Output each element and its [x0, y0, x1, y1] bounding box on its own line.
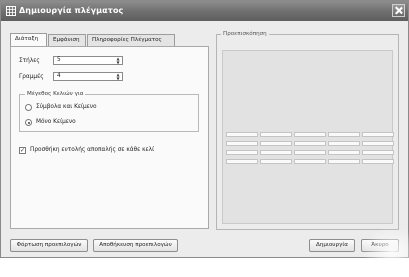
preview-area — [222, 50, 394, 224]
preview-cell — [294, 159, 326, 164]
tab-appearance[interactable]: Εμφάνιση — [48, 34, 86, 46]
preview-label: Προεπισκόπηση — [221, 31, 269, 37]
dialog-title: Δημιουργία πλέγματος — [19, 6, 124, 15]
option-symbols-and-text-label[interactable]: Σύμβολα και Κείμενο — [36, 104, 97, 110]
preview-cell — [362, 159, 394, 164]
preview-group: Προεπισκόπηση — [216, 31, 399, 230]
corner-glare — [362, 227, 409, 277]
columns-value: 5 — [57, 57, 61, 63]
preview-cell — [226, 141, 258, 146]
title-bar: Δημιουργία πλέγματος — [1, 1, 408, 21]
columns-label: Στήλες — [19, 58, 40, 64]
spin-arrows-icon[interactable]: ▲ ▼ — [115, 73, 121, 81]
radio-text-only[interactable] — [25, 119, 32, 126]
preview-cell — [294, 141, 326, 146]
preview-cell — [362, 150, 394, 155]
create-button[interactable]: Δημιουργία — [309, 239, 355, 252]
preview-cell — [260, 159, 292, 164]
preview-cell — [328, 141, 360, 146]
rows-value: 4 — [57, 73, 61, 79]
preview-cell — [328, 150, 360, 155]
preview-cell — [294, 150, 326, 155]
preview-cell — [226, 132, 258, 137]
preview-cell — [362, 141, 394, 146]
tab-grid-info[interactable]: Πληροφορίες Πλέγματος — [87, 34, 175, 46]
save-defaults-button[interactable]: Αποθήκευση προεπιλογών — [93, 239, 178, 252]
preview-cell — [226, 159, 258, 164]
close-button[interactable] — [392, 4, 405, 17]
preview-cell — [260, 141, 292, 146]
rows-stepper[interactable]: 4 ▲ ▼ — [53, 72, 123, 81]
option-text-only-label[interactable]: Μόνο Κείμενο — [36, 119, 76, 125]
columns-stepper[interactable]: 5 ▲ ▼ — [53, 56, 123, 65]
preview-cell — [328, 132, 360, 137]
preview-cell — [226, 150, 258, 155]
preview-cell — [260, 150, 292, 155]
load-defaults-button[interactable]: Φόρτωση προεπιλογών — [10, 239, 88, 252]
preview-cell — [328, 159, 360, 164]
preview-cell — [260, 132, 292, 137]
rows-label: Γραμμές — [19, 74, 44, 80]
cancel-button[interactable]: Άκυρο — [361, 239, 399, 252]
layout-tab-panel: Στήλες 5 ▲ ▼ Γραμμές 4 ▲ ▼ Μέγεθος Κελιών … — [10, 46, 209, 229]
spin-arrows-icon[interactable]: ▲ ▼ — [115, 57, 121, 65]
add-stop-command-label[interactable]: Προσθήκη εντολής αποπαλής σε κάθε κελί — [30, 147, 154, 153]
cell-size-group: Μέγεθος Κελιών για Σύμβολα και Κείμενο Μ… — [19, 91, 199, 132]
preview-cell — [294, 132, 326, 137]
preview-cell — [362, 132, 394, 137]
create-grid-dialog: Δημιουργία πλέγματος Διάταξη Εμφάνιση Πλ… — [0, 0, 409, 277]
cell-size-group-title: Μέγεθος Κελιών για — [25, 91, 86, 97]
add-stop-command-checkbox[interactable]: ✓ — [19, 147, 26, 154]
tab-layout[interactable]: Διάταξη — [10, 33, 47, 46]
radio-symbols-and-text[interactable] — [25, 104, 32, 111]
grid-icon — [6, 6, 16, 16]
